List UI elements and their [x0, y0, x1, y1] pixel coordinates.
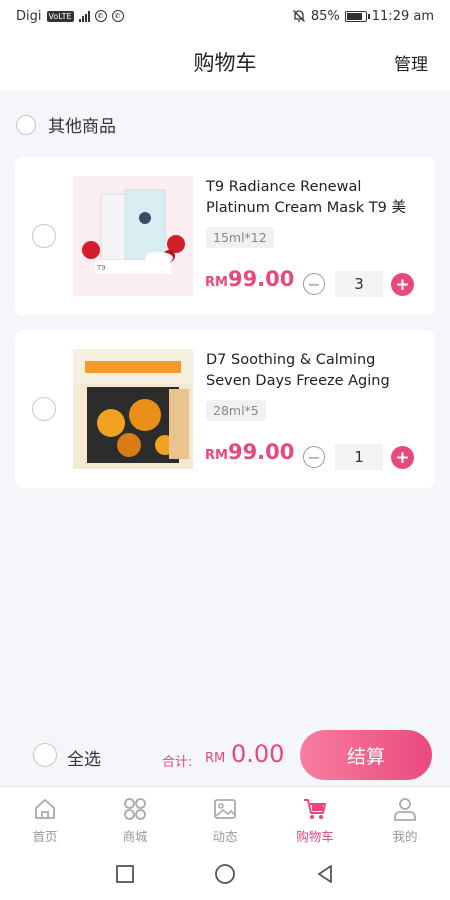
product-price: RM99.00 [205, 440, 294, 464]
home-nav-button[interactable] [211, 860, 239, 888]
select-all-radio[interactable] [33, 743, 57, 767]
tab-mall[interactable]: 商城 [90, 787, 180, 848]
square-icon [116, 865, 134, 883]
tab-cart[interactable]: 购物车 [270, 787, 360, 848]
tab-profile[interactable]: 我的 [360, 787, 450, 848]
checkout-button[interactable]: 结算 [300, 730, 432, 780]
cart-item: T9 T9 Radiance Renewal Platinum Cream Ma… [15, 157, 435, 315]
clock: 11:29 am [371, 8, 434, 24]
network-badge: VoLTE [46, 10, 74, 22]
header: 购物车 管理 [0, 32, 450, 90]
triangle-back-icon [318, 865, 332, 883]
plus-icon: + [395, 274, 410, 295]
tab-bar: 首页 商城 动态 购物车 我的 [0, 786, 450, 848]
price-currency: RM [205, 275, 228, 290]
cart-icon [304, 799, 326, 819]
select-all-label[interactable]: 全选 [67, 745, 101, 770]
home-icon [35, 799, 55, 819]
recents-button[interactable] [111, 860, 139, 888]
product-image-art: T9 [73, 176, 193, 296]
page-title: 购物车 [193, 51, 257, 75]
tab-label: 商城 [122, 829, 148, 844]
minus-icon: − [307, 274, 321, 294]
tab-label: 动态 [212, 829, 238, 844]
decrease-quantity-button[interactable]: − [303, 273, 325, 295]
carrier-name: Digi [16, 8, 42, 24]
store-name: 其他商品 [48, 117, 116, 137]
store-select-radio[interactable] [16, 114, 36, 135]
product-image[interactable]: T9 [73, 176, 193, 296]
product-spec: 15ml*12 [206, 227, 274, 248]
status-bar: Digi VoLTE ✆ ✆ 85% 11:29 am [0, 0, 450, 32]
product-title[interactable]: D7 Soothing & Calming Seven Days Freeze … [206, 350, 422, 392]
product-image[interactable] [73, 349, 193, 469]
checkout-bar: 全选 合计: RM 0.00 结算 [0, 730, 450, 784]
total-amount: 0.00 [231, 740, 285, 768]
plus-icon: + [395, 447, 410, 468]
whatsapp-icon: ✆ [94, 10, 107, 22]
quantity-field[interactable]: 3 [335, 271, 383, 297]
store-row: 其他商品 [16, 112, 116, 137]
image-icon [214, 799, 236, 819]
decrease-quantity-button[interactable]: − [303, 446, 325, 468]
price-amount: 99.00 [227, 440, 295, 464]
increase-quantity-button[interactable]: + [391, 273, 414, 296]
product-price: RM99.00 [205, 267, 294, 291]
circle-icon [215, 864, 235, 884]
total-label: 合计: [162, 755, 193, 770]
signal-icon [78, 10, 90, 22]
system-nav-bar [0, 848, 450, 900]
svg-text:T9: T9 [96, 264, 106, 272]
back-button[interactable] [311, 860, 339, 888]
status-left: Digi VoLTE ✆ ✆ [16, 9, 124, 24]
tab-home[interactable]: 首页 [0, 787, 90, 848]
tab-label: 购物车 [296, 829, 334, 844]
user-icon [394, 798, 416, 821]
battery-percent: 85% [310, 8, 340, 24]
grid-icon [124, 798, 146, 820]
tab-label: 首页 [32, 829, 58, 844]
minus-icon: − [307, 447, 321, 467]
item-select-radio[interactable] [32, 397, 56, 421]
item-select-radio[interactable] [32, 224, 56, 248]
product-title[interactable]: T9 Radiance Renewal Platinum Cream Mask … [206, 177, 422, 219]
manage-button[interactable]: 管理 [394, 50, 428, 75]
price-amount: 99.00 [227, 267, 295, 291]
whatsapp-icon: ✆ [111, 10, 124, 22]
cart-item: D7 Soothing & Calming Seven Days Freeze … [15, 330, 435, 488]
product-spec: 28ml*5 [206, 400, 266, 421]
product-image-art [73, 349, 193, 469]
price-currency: RM [205, 448, 228, 463]
total-currency: RM [205, 751, 226, 766]
quantity-field[interactable]: 1 [335, 444, 383, 470]
increase-quantity-button[interactable]: + [391, 446, 414, 469]
status-right: 85% 11:29 am [292, 9, 434, 24]
tab-label: 我的 [392, 829, 418, 844]
tab-feed[interactable]: 动态 [180, 787, 270, 848]
mute-bell-icon [292, 10, 305, 22]
battery-icon [344, 10, 370, 22]
